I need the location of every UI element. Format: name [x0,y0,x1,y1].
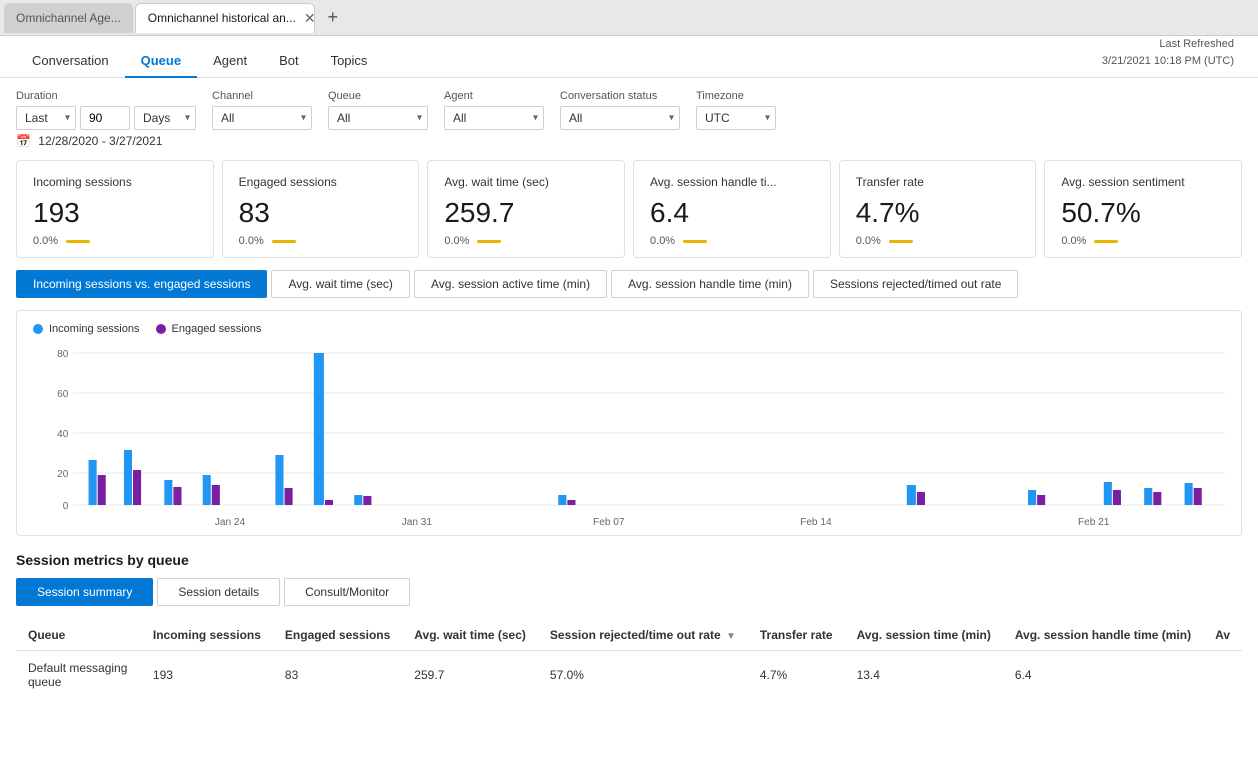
tab-queue[interactable]: Queue [125,45,197,78]
browser-tab-active-label: Omnichannel historical an... [148,11,296,25]
tab-agent[interactable]: Agent [197,45,263,78]
col-incoming: Incoming sessions [141,620,273,651]
calendar-icon: 📅 [16,134,31,148]
session-metrics-title: Session metrics by queue [16,552,1242,568]
content-area: Duration Last Days Chann [0,78,1258,765]
timezone-select[interactable]: UTC [696,106,776,130]
legend-incoming: Incoming sessions [33,323,140,335]
svg-text:Feb 21: Feb 21 [1078,517,1110,528]
incoming-sessions-dot [33,324,43,334]
queue-select[interactable]: All [328,106,428,130]
nav-bar: Conversation Queue Agent Bot Topics Last… [0,36,1258,78]
channel-filter: Channel All [212,90,312,130]
col-rejected-rate: Session rejected/time out rate ▼ [538,620,748,651]
svg-text:20: 20 [57,469,69,480]
browser-tab-inactive[interactable]: Omnichannel Age... [4,3,133,33]
chart-tab-avg-session-handle[interactable]: Avg. session handle time (min) [611,270,809,298]
kpi-avg-session-handle: Avg. session handle ti... 6.4 0.0% [633,160,831,258]
cell-av [1203,651,1242,700]
session-tab-summary[interactable]: Session summary [16,578,153,606]
cell-incoming: 193 [141,651,273,700]
close-icon[interactable]: ✕ [304,10,315,27]
kpi-transfer-rate: Transfer rate 4.7% 0.0% [839,160,1037,258]
legend-engaged: Engaged sessions [156,323,262,335]
svg-text:Feb 14: Feb 14 [800,517,832,528]
browser-tab-inactive-label: Omnichannel Age... [16,11,121,25]
queue-filter: Queue All [328,90,428,130]
tab-conversation[interactable]: Conversation [16,45,125,78]
cell-rejected-rate: 57.0% [538,651,748,700]
timezone-filter: Timezone UTC [696,90,776,130]
change-bar [683,240,707,243]
kpi-engaged-sessions: Engaged sessions 83 0.0% [222,160,420,258]
session-metrics-table: Queue Incoming sessions Engaged sessions… [16,620,1242,699]
chart-container: Incoming sessions Engaged sessions [16,310,1242,536]
svg-text:Feb 07: Feb 07 [593,517,625,528]
browser-tab-active[interactable]: Omnichannel historical an... ✕ [135,3,315,33]
new-tab-button[interactable]: + [319,4,347,32]
duration-prefix-wrapper: Last [16,106,76,130]
session-tab-details[interactable]: Session details [157,578,280,606]
svg-text:80: 80 [57,349,69,360]
engaged-sessions-dot [156,324,166,334]
change-bar [889,240,913,243]
svg-text:Jan 31: Jan 31 [402,517,433,528]
col-queue: Queue [16,620,141,651]
kpi-avg-wait-time: Avg. wait time (sec) 259.7 0.0% [427,160,625,258]
chart-tabs: Incoming sessions vs. engaged sessions A… [16,270,1242,298]
col-transfer-rate: Transfer rate [748,620,845,651]
bar-chart-svg: 80 60 40 20 0 [33,343,1225,533]
col-engaged: Engaged sessions [273,620,402,651]
duration-unit-select[interactable]: Days [134,106,196,130]
chart-tab-avg-session-active[interactable]: Avg. session active time (min) [414,270,607,298]
kpi-row: Incoming sessions 193 0.0% Engaged sessi… [16,160,1242,258]
channel-select[interactable]: All [212,106,312,130]
col-avg-handle-time: Avg. session handle time (min) [1003,620,1203,651]
agent-select[interactable]: All [444,106,544,130]
duration-prefix-select[interactable]: Last [16,106,76,130]
col-avg-wait: Avg. wait time (sec) [402,620,538,651]
cell-engaged: 83 [273,651,402,700]
col-av: Av [1203,620,1242,651]
session-tabs: Session summary Session details Consult/… [16,578,1242,606]
svg-text:Jan 24: Jan 24 [215,517,246,528]
kpi-avg-session-sentiment: Avg. session sentiment 50.7% 0.0% [1044,160,1242,258]
table-wrapper: Queue Incoming sessions Engaged sessions… [16,620,1242,699]
change-bar [66,240,90,243]
svg-text:0: 0 [63,501,69,512]
duration-value-input[interactable] [80,106,130,130]
cell-queue: Default messaging queue [16,651,141,700]
cell-avg-wait: 259.7 [402,651,538,700]
kpi-incoming-sessions: Incoming sessions 193 0.0% [16,160,214,258]
filters-bar: Duration Last Days Chann [16,90,1242,130]
chart-legend: Incoming sessions Engaged sessions [33,323,1225,335]
chart-area: 80 60 40 20 0 [33,343,1225,523]
table-row: Default messaging queue 193 83 259.7 57.… [16,651,1242,700]
date-range: 📅 12/28/2020 - 3/27/2021 [16,134,1242,148]
last-refreshed: Last Refreshed 3/21/2021 10:18 PM (UTC) [1102,36,1234,69]
cell-avg-session-time: 13.4 [845,651,1003,700]
change-bar [272,240,296,243]
svg-text:60: 60 [57,389,69,400]
chart-tab-sessions-rejected[interactable]: Sessions rejected/timed out rate [813,270,1018,298]
session-tab-consult[interactable]: Consult/Monitor [284,578,410,606]
chart-tab-avg-wait[interactable]: Avg. wait time (sec) [271,270,409,298]
conversation-status-select[interactable]: All [560,106,680,130]
tab-bot[interactable]: Bot [263,45,315,78]
col-avg-session-time: Avg. session time (min) [845,620,1003,651]
cell-transfer-rate: 4.7% [748,651,845,700]
svg-text:40: 40 [57,429,69,440]
change-bar [1094,240,1118,243]
conversation-status-filter: Conversation status All [560,90,680,130]
agent-filter: Agent All [444,90,544,130]
tab-topics[interactable]: Topics [315,45,384,78]
sort-icon: ▼ [726,631,736,642]
cell-avg-handle-time: 6.4 [1003,651,1203,700]
chart-tab-incoming-vs-engaged[interactable]: Incoming sessions vs. engaged sessions [16,270,267,298]
change-bar [477,240,501,243]
duration-filter: Duration Last Days [16,90,196,130]
